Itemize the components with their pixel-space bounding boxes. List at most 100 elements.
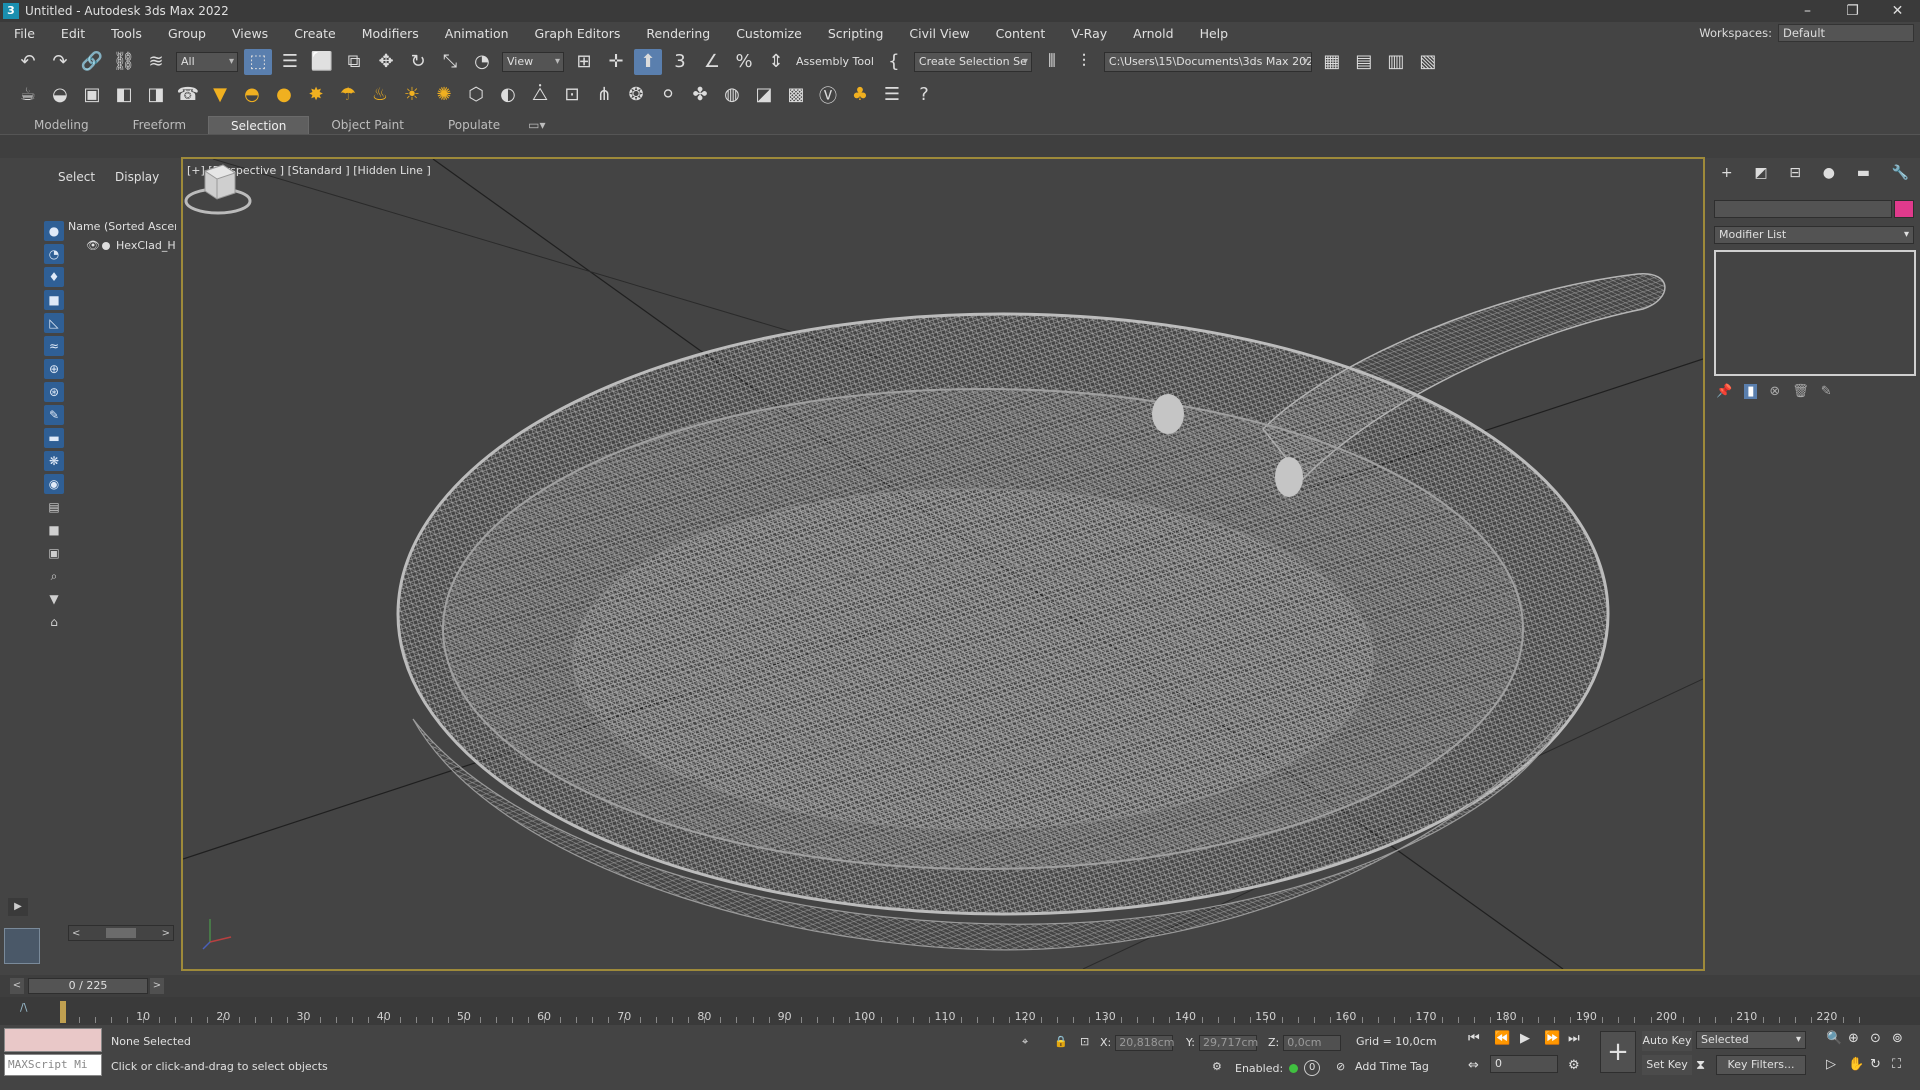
menu-customize[interactable]: Customize xyxy=(722,26,814,41)
ribbon-options-icon[interactable]: ▭▾ xyxy=(522,116,551,134)
maxscript-mini-listener[interactable]: MAXScript Mi xyxy=(4,1054,102,1076)
render-production-icon[interactable]: ☎ xyxy=(174,82,202,108)
object-name-field[interactable] xyxy=(1714,200,1892,218)
rotate-icon[interactable]: ↻ xyxy=(404,49,432,75)
set-keys-button[interactable]: + xyxy=(1600,1031,1636,1073)
plane-icon[interactable]: ⧊ xyxy=(526,82,554,108)
list-item[interactable]: 👁 HexClad_H xyxy=(68,239,176,252)
key-filter-icon[interactable]: ⧗ xyxy=(1696,1058,1705,1073)
percent-snap-icon[interactable]: % xyxy=(730,49,758,75)
modifier-stack[interactable] xyxy=(1714,250,1916,376)
sun-icon[interactable]: ☀ xyxy=(398,82,426,108)
close-button[interactable]: ✕ xyxy=(1875,3,1920,19)
enabled-value[interactable]: 0 xyxy=(1304,1060,1321,1076)
current-frame-field[interactable]: 0 xyxy=(1490,1055,1558,1073)
zoom-extents-icon[interactable]: ⊙ xyxy=(1870,1031,1881,1046)
next-frame-button[interactable]: > xyxy=(150,978,164,994)
select-manipulate-icon[interactable]: ✛ xyxy=(602,49,630,75)
display-helpers-icon[interactable]: ◺ xyxy=(44,313,64,333)
vray-light-icon[interactable]: ▼ xyxy=(206,82,234,108)
vray-logo-icon[interactable]: Ⓥ xyxy=(814,82,842,108)
field-of-view-icon[interactable]: ▷ xyxy=(1826,1057,1836,1072)
motion-tab-icon[interactable]: ● xyxy=(1823,165,1835,181)
pan-view-icon[interactable]: ✋ xyxy=(1848,1057,1864,1072)
zoom-extents-all-icon[interactable]: ⊚ xyxy=(1892,1031,1903,1046)
ambient-light-icon[interactable]: ♨ xyxy=(366,82,394,108)
configure-sets-icon[interactable]: ✎ xyxy=(1821,384,1832,399)
explorer-column-header[interactable]: Name (Sorted Ascend xyxy=(68,220,176,233)
isolate-icon[interactable]: ⌖ xyxy=(1022,1035,1028,1049)
snaps-toggle-icon[interactable]: 3 xyxy=(666,49,694,75)
angle-snap-icon[interactable]: ∠ xyxy=(698,49,726,75)
explorer-tab-display[interactable]: Display xyxy=(115,170,159,184)
tab-populate[interactable]: Populate xyxy=(426,116,522,134)
scene-converter-icon[interactable]: ◪ xyxy=(750,82,778,108)
explorer-horizontal-scrollbar[interactable]: < > xyxy=(68,925,174,941)
ies-light-icon[interactable]: ✸ xyxy=(302,82,330,108)
assembly-tool-label[interactable]: Assembly Tool xyxy=(796,55,874,68)
select-object-icon[interactable]: ⬚ xyxy=(244,48,272,75)
menu-rendering[interactable]: Rendering xyxy=(632,26,722,41)
modify-tab-icon[interactable]: ◩ xyxy=(1754,165,1767,181)
display-containers-icon[interactable]: ▬ xyxy=(44,428,64,448)
next-key-icon[interactable]: ⏩ xyxy=(1544,1031,1560,1046)
help-icon[interactable]: ? xyxy=(910,82,938,108)
material-browser-icon[interactable]: ◍ xyxy=(718,82,746,108)
sky-icon[interactable]: ✺ xyxy=(430,82,458,108)
sphere-light-icon[interactable]: ● xyxy=(270,82,298,108)
named-selection-dropdown[interactable]: Create Selection Se xyxy=(913,51,1032,72)
menu-tools[interactable]: Tools xyxy=(97,26,154,41)
display-groups-icon[interactable]: ⊕ xyxy=(44,359,64,379)
display-all-icon[interactable]: ▤ xyxy=(44,497,64,517)
curve-editor-icon[interactable]: ▧ xyxy=(1414,49,1442,75)
render-setup-icon[interactable]: ◧ xyxy=(110,82,138,108)
frame-buffer-icon[interactable]: ▩ xyxy=(782,82,810,108)
menu-views[interactable]: Views xyxy=(218,26,280,41)
menu-graph-editors[interactable]: Graph Editors xyxy=(521,26,633,41)
display-bones-icon[interactable]: ✎ xyxy=(44,405,64,425)
forest-icon[interactable]: ♣ xyxy=(846,82,874,108)
maximize-viewport-icon[interactable]: ⛶ xyxy=(1892,1057,1901,1072)
display-invert-icon[interactable]: ▣ xyxy=(44,543,64,563)
display-spacewarps-icon[interactable]: ≈ xyxy=(44,336,64,356)
spinner-snap-icon[interactable]: ⇕ xyxy=(762,49,790,75)
show-end-result-icon[interactable]: ▮ xyxy=(1744,384,1758,399)
layer-explorer-icon[interactable]: ▦ xyxy=(1318,49,1346,75)
filter-icon[interactable]: ▼ xyxy=(44,589,64,609)
link-icon[interactable]: 🔗 xyxy=(78,49,106,75)
menu-animation[interactable]: Animation xyxy=(431,26,521,41)
eye-icon[interactable]: 👁 xyxy=(86,239,100,252)
key-mode-toggle-icon[interactable]: ⇔ xyxy=(1468,1058,1479,1073)
y-coordinate-field[interactable]: 29,717cm xyxy=(1198,1035,1258,1051)
frame-counter[interactable]: 0 / 225 xyxy=(28,978,148,994)
display-geometry-icon[interactable]: ● xyxy=(44,221,64,241)
box-icon[interactable]: ▣ xyxy=(78,82,106,108)
create-tab-icon[interactable]: + xyxy=(1721,165,1733,181)
explorer-tab-select[interactable]: Select xyxy=(58,170,95,184)
time-config-icon[interactable]: ⚙ xyxy=(1212,1060,1222,1073)
redo-icon[interactable]: ↷ xyxy=(46,49,74,75)
material-editor-icon[interactable]: ✤ xyxy=(686,82,714,108)
grass-icon[interactable]: ⋔ xyxy=(590,82,618,108)
cone-icon[interactable]: ◒ xyxy=(46,82,74,108)
toggle-scene-explorer-icon[interactable]: ▤ xyxy=(1350,49,1378,75)
time-slider[interactable]: < 0 / 225 > xyxy=(0,975,1920,997)
previous-frame-button[interactable]: < xyxy=(10,978,24,994)
go-to-end-icon[interactable]: ⏭ xyxy=(1568,1031,1580,1046)
edit-named-selection-icon[interactable]: { xyxy=(880,49,908,75)
restore-button[interactable]: ❐ xyxy=(1830,3,1875,19)
bind-spacewarp-icon[interactable]: ≋ xyxy=(142,49,170,75)
project-path-dropdown[interactable]: C:\Users\15\Documents\3ds Max 2022 xyxy=(1103,51,1312,72)
scale-icon[interactable]: ⤡ xyxy=(436,49,464,75)
maxscript-listener-output[interactable] xyxy=(4,1028,102,1052)
timeline-cursor[interactable] xyxy=(60,1001,66,1023)
display-none-icon[interactable]: ■ xyxy=(44,520,64,540)
display-cameras-icon[interactable]: ■ xyxy=(44,290,64,310)
scene-list-icon[interactable]: ☰ xyxy=(878,82,906,108)
auto-key-button[interactable]: Auto Key xyxy=(1642,1031,1692,1051)
previous-key-icon[interactable]: ⏪ xyxy=(1494,1031,1510,1046)
zoom-all-icon[interactable]: ⊕ xyxy=(1848,1031,1859,1046)
object-color-swatch[interactable] xyxy=(1894,200,1914,218)
fur-icon[interactable]: ◐ xyxy=(494,82,522,108)
z-coordinate-field[interactable]: 0,0cm xyxy=(1283,1035,1342,1051)
